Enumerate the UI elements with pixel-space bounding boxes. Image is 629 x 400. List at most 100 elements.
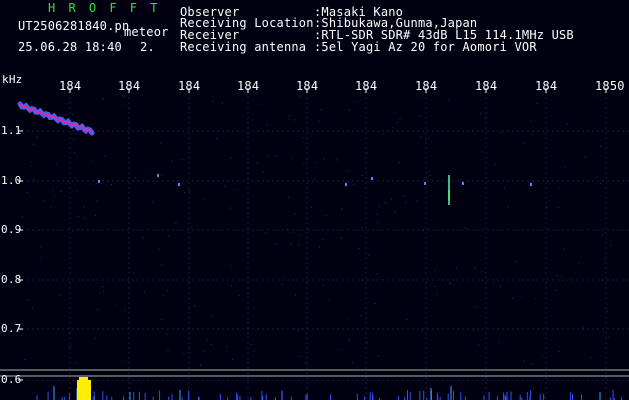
noise-dot (416, 200, 418, 202)
noise-dot (288, 115, 290, 117)
noise-dot (346, 170, 348, 172)
noise-dot (600, 146, 602, 148)
noise-dot (504, 187, 506, 189)
noise-dot (253, 350, 255, 352)
noise-dot (200, 364, 202, 366)
noise-dot (73, 139, 75, 140)
noise-dot (563, 248, 564, 250)
noise-dot (582, 327, 584, 329)
noise-dot (133, 272, 135, 274)
noise-dot (95, 214, 97, 216)
noise-dot (556, 274, 558, 276)
noise-dot (314, 178, 316, 180)
noise-dot (27, 299, 29, 301)
noise-dot (185, 302, 187, 303)
noise-dot (231, 358, 233, 360)
noise-dot (189, 253, 191, 255)
noise-dot (36, 136, 38, 138)
noise-dot (566, 123, 568, 125)
noise-dot (302, 137, 303, 139)
noise-dot (306, 158, 308, 160)
x-tick-label: 184 (415, 79, 438, 93)
noise-dot (211, 315, 212, 317)
noise-dot (102, 98, 104, 100)
noise-dot (39, 257, 41, 259)
noise-dot (391, 198, 393, 200)
carrier-dot (371, 177, 373, 180)
noise-dot (97, 309, 99, 311)
noise-dot (83, 206, 85, 208)
noise-dot (327, 299, 329, 301)
noise-dot (585, 156, 586, 158)
noise-dot (535, 297, 537, 299)
noise-dot (523, 360, 525, 362)
noise-dot (30, 101, 32, 103)
noise-dot (494, 164, 496, 165)
noise-dot (603, 259, 605, 261)
noise-dot (417, 97, 419, 99)
noise-dot (386, 203, 388, 205)
noise-dot (72, 113, 74, 115)
noise-dot (168, 235, 170, 237)
noise-dot (216, 138, 218, 139)
noise-dot (500, 286, 502, 288)
x-tick-label: 184 (296, 79, 319, 93)
x-tick-label: 184 (475, 79, 498, 93)
noise-dot (482, 151, 483, 153)
noise-dot (396, 121, 398, 123)
x-tick-label: 184 (59, 79, 82, 93)
noise-dot (323, 284, 325, 286)
y-tick-label: 0.6 (1, 373, 22, 386)
noise-dot (123, 95, 125, 97)
noise-dot (311, 207, 313, 208)
x-tick-label: 184 (178, 79, 201, 93)
noise-dot (287, 228, 289, 230)
noise-dot (476, 306, 478, 308)
noise-dot (559, 188, 561, 189)
noise-dot (304, 362, 306, 364)
noise-dot (124, 309, 126, 311)
noise-dot (610, 244, 612, 246)
noise-dot (406, 319, 408, 320)
noise-dot (252, 119, 253, 121)
carrier-dot (424, 182, 426, 185)
noise-dot (536, 102, 538, 104)
noise-dot (204, 199, 206, 201)
noise-dot (360, 315, 362, 316)
noise-dot (254, 308, 255, 310)
noise-dot (291, 157, 293, 159)
noise-dot (33, 178, 35, 180)
noise-dot (77, 215, 79, 217)
noise-dot (300, 328, 302, 330)
noise-dot (161, 174, 163, 176)
noise-dot (39, 247, 41, 249)
noise-dot (564, 166, 566, 168)
noise-dot (391, 127, 393, 129)
noise-dot (50, 206, 52, 208)
noise-dot (230, 285, 232, 286)
y-tick-label: 0.9 (1, 223, 22, 236)
noise-dot (348, 339, 350, 341)
x-tick-label: 184 (535, 79, 558, 93)
noise-dot (84, 217, 86, 219)
noise-dot (114, 303, 116, 305)
noise-dot (530, 120, 532, 122)
x-tick-label: 184 (237, 79, 260, 93)
noise-dot (76, 362, 78, 364)
noise-dot (382, 133, 384, 135)
noise-dot (125, 361, 127, 363)
noise-dot (323, 158, 325, 160)
noise-dot (288, 118, 290, 120)
noise-dot (541, 356, 543, 358)
noise-dot (607, 336, 609, 338)
noise-dot (162, 294, 164, 296)
noise-dot (258, 103, 259, 105)
noise-dot (70, 345, 72, 347)
noise-dot (100, 182, 102, 184)
noise-dot (101, 286, 103, 288)
noise-dot (212, 100, 214, 102)
noise-dot (266, 124, 267, 126)
noise-dot (194, 305, 196, 307)
noise-dot (222, 102, 223, 104)
detection-mode: meteor (124, 25, 169, 39)
